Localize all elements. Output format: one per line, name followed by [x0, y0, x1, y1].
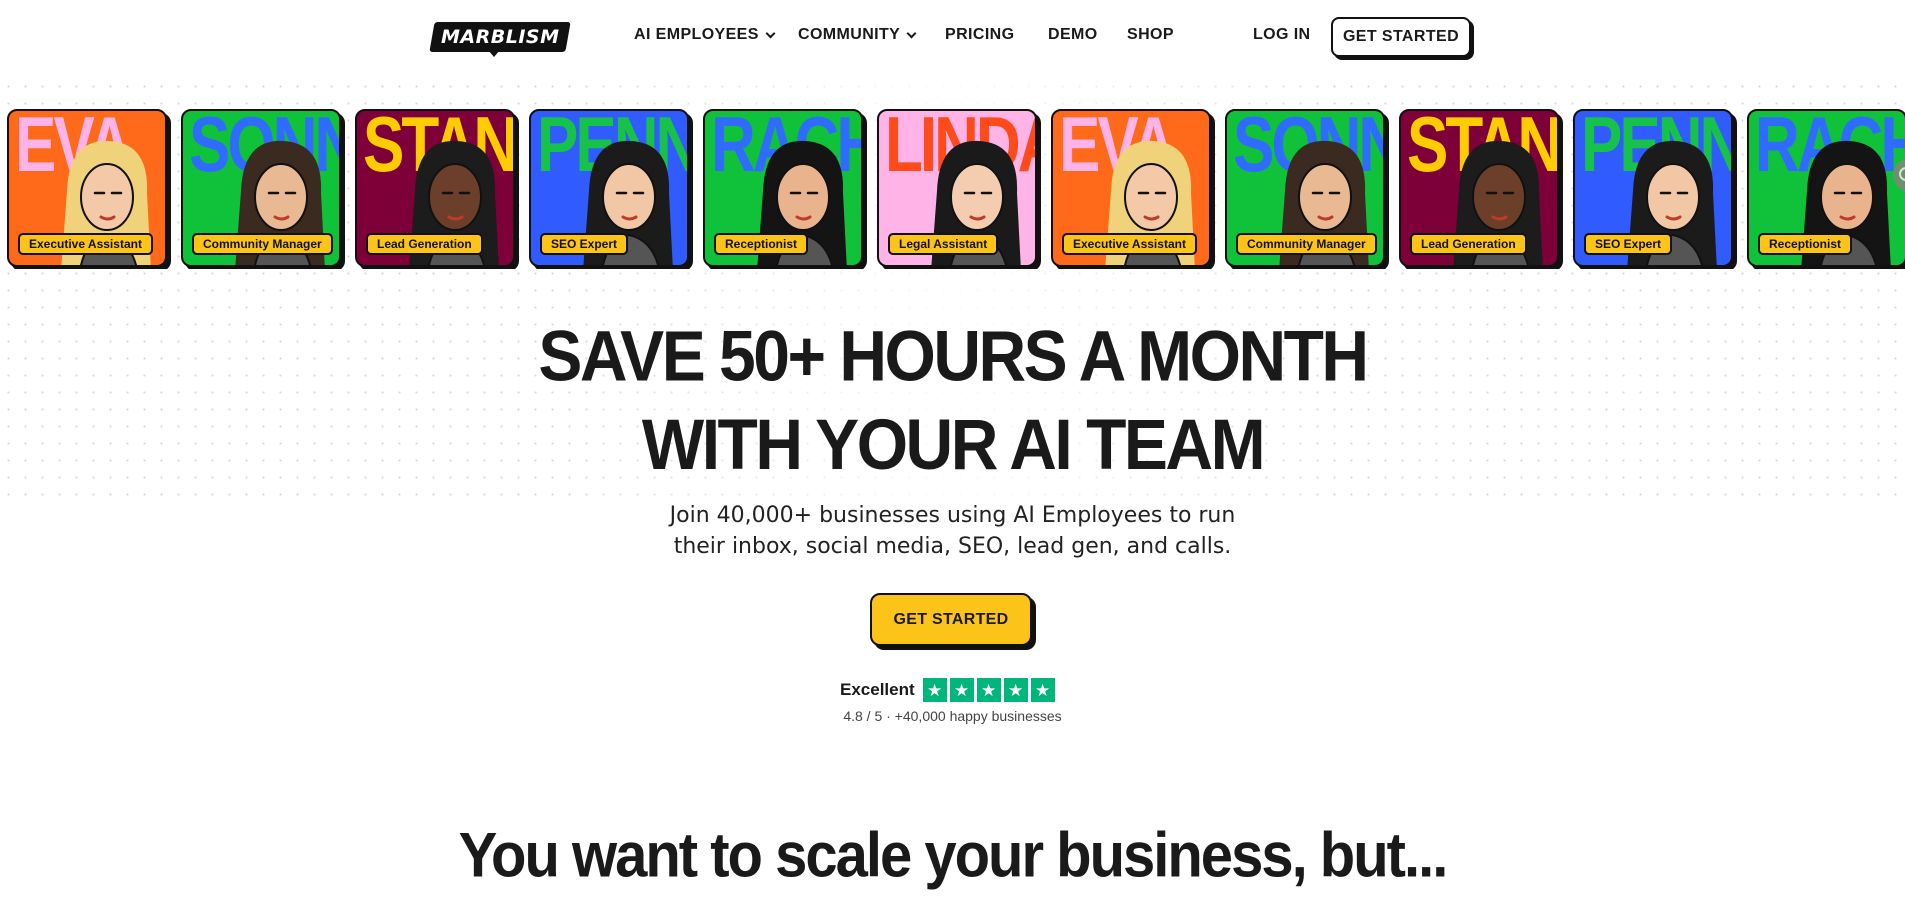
- employee-card[interactable]: STANLead Generation: [355, 109, 515, 267]
- nav-shop-label: SHOP: [1127, 26, 1174, 43]
- chevron-down-icon: [765, 28, 776, 38]
- nav-get-started-button[interactable]: GET STARTED: [1331, 17, 1471, 57]
- employee-role-badge: Lead Generation: [1410, 233, 1527, 255]
- ai-employee-carousel: EVAExecutive AssistantSONNYCommunity Man…: [7, 109, 1905, 269]
- employee-role-badge: Receptionist: [714, 233, 809, 255]
- hero-title-line-1: SAVE 50+ HOURS A MONTH: [538, 315, 1369, 396]
- employee-card[interactable]: RACHELReceptionist: [1747, 109, 1905, 267]
- login-link[interactable]: LOG IN: [1253, 26, 1311, 44]
- hero-subtitle-line-1: Join 40,000+ businesses using AI Employe…: [669, 503, 1236, 528]
- employee-card[interactable]: LINDALegal Assistant: [877, 109, 1037, 267]
- login-label: LOG IN: [1253, 26, 1311, 43]
- nav-ai-employees-label: AI EMPLOYEES: [634, 26, 759, 43]
- employee-role-badge: Executive Assistant: [1062, 233, 1197, 255]
- chevron-down-icon: [906, 28, 917, 38]
- employee-card[interactable]: EVA Executive Assistant: [1051, 109, 1211, 267]
- employee-role-badge: Legal Assistant: [888, 233, 999, 255]
- logo-speech-tail: [488, 50, 500, 57]
- section-title: You want to scale your business, but...: [458, 820, 1449, 891]
- employee-card[interactable]: PENNYSEO Expert: [529, 109, 689, 267]
- employee-role-badge: Community Manager: [192, 233, 333, 255]
- rating-stars: ★ ★ ★ ★ ★: [922, 678, 1055, 702]
- nav-demo[interactable]: DEMO: [1048, 26, 1098, 44]
- employee-card[interactable]: SONNYCommunity Manager: [1225, 109, 1385, 267]
- employee-role-badge: Executive Assistant: [18, 233, 153, 255]
- trustpilot-rating: Excellent ★ ★ ★ ★ ★: [840, 678, 1055, 702]
- star-icon: ★: [1003, 678, 1028, 702]
- employee-role-badge: Lead Generation: [366, 233, 483, 255]
- rating-label: Excellent: [840, 680, 915, 699]
- nav-ai-employees[interactable]: AI EMPLOYEES: [634, 26, 776, 44]
- nav-pricing[interactable]: PRICING: [945, 26, 1014, 44]
- star-icon: ★: [976, 678, 1001, 702]
- marblism-logo[interactable]: MARBLISM: [429, 22, 571, 52]
- employee-role-badge: SEO Expert: [540, 233, 629, 255]
- employee-role-badge: Receptionist: [1758, 233, 1853, 255]
- nav-community[interactable]: COMMUNITY: [798, 26, 917, 44]
- employee-card[interactable]: EVA Executive Assistant: [7, 109, 167, 267]
- employee-role-badge: Community Manager: [1236, 233, 1377, 255]
- hero-title-line-2: WITH YOUR AI TEAM: [641, 404, 1266, 485]
- nav-shop[interactable]: SHOP: [1127, 26, 1174, 44]
- nav-pricing-label: PRICING: [945, 26, 1015, 43]
- hero-subtitle: Join 40,000+ businesses using AI Employe…: [0, 500, 1905, 562]
- hero-subtitle-line-2: their inbox, social media, SEO, lead gen…: [673, 534, 1232, 559]
- employee-card[interactable]: SONNYCommunity Manager: [181, 109, 341, 267]
- nav-community-label: COMMUNITY: [798, 26, 901, 43]
- employee-card[interactable]: STANLead Generation: [1399, 109, 1559, 267]
- employee-card[interactable]: PENNYSEO Expert: [1573, 109, 1733, 267]
- employee-card[interactable]: RACHELReceptionist: [703, 109, 863, 267]
- hero-get-started-button[interactable]: GET STARTED: [870, 593, 1032, 646]
- top-navigation: MARBLISM AI EMPLOYEES COMMUNITY PRICING …: [0, 0, 1905, 76]
- nav-demo-label: DEMO: [1048, 26, 1098, 43]
- employee-role-badge: SEO Expert: [1584, 233, 1673, 255]
- star-icon: ★: [1030, 678, 1055, 702]
- rating-summary: 4.8 / 5 · +40,000 happy businesses: [843, 708, 1062, 724]
- hero-title: SAVE 50+ HOURS A MONTH WITH YOUR AI TEAM: [0, 311, 1905, 488]
- star-icon: ★: [949, 678, 974, 702]
- star-icon: ★: [922, 678, 947, 702]
